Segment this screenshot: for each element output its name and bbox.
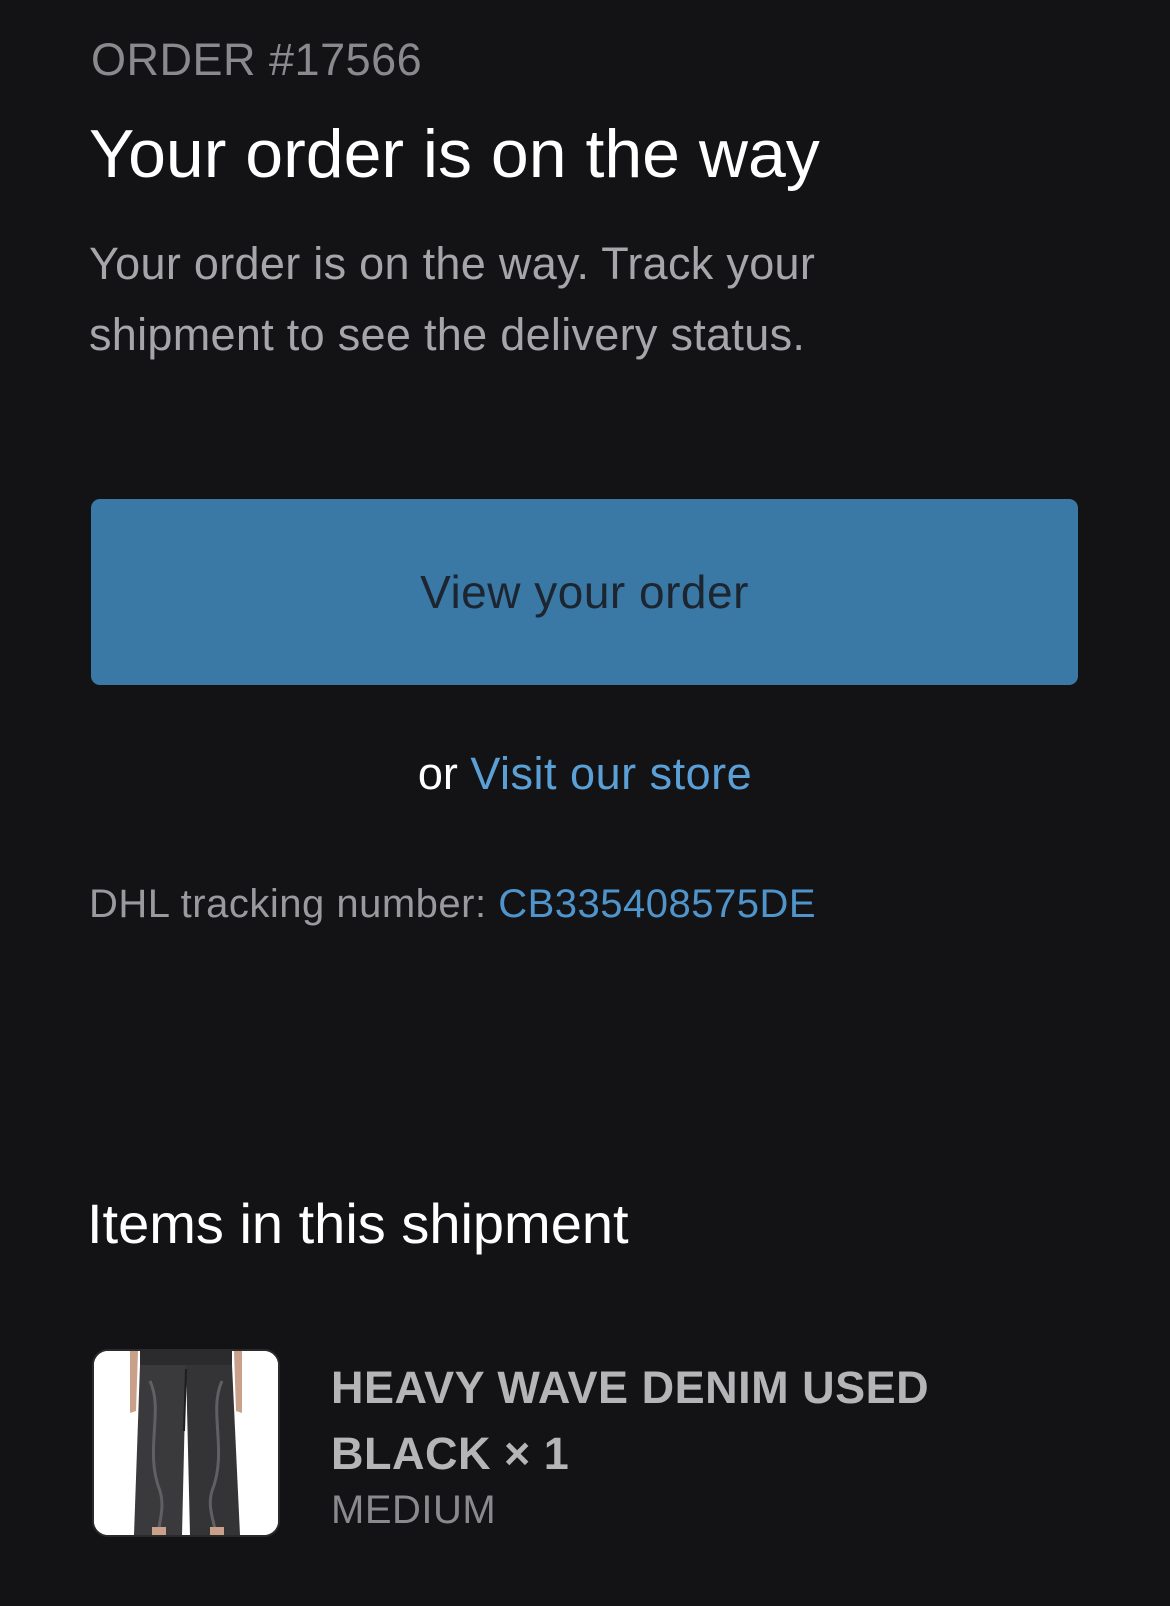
item-name: HEAVY WAVE DENIM USED BLACK × 1 <box>331 1362 930 1479</box>
item-variant: MEDIUM <box>331 1488 497 1532</box>
view-order-button[interactable]: View your order <box>91 499 1078 685</box>
tracking-info: DHL tracking number: CB335408575DE <box>89 878 816 930</box>
alt-link-row: or Visit our store <box>0 744 1170 804</box>
view-order-button-label: View your order <box>420 566 749 618</box>
tracking-number-link[interactable]: CB335408575DE <box>498 882 816 926</box>
or-text: or <box>417 748 458 799</box>
visit-store-link[interactable]: Visit our store <box>470 748 752 799</box>
intro-line-2: shipment to see the delivery status. <box>89 309 806 360</box>
shipment-section-title: Items in this shipment <box>87 1192 629 1255</box>
page-title: Your order is on the way <box>89 116 820 192</box>
intro-line-1: Your order is on the way. Track your <box>89 238 816 289</box>
jeans-image-icon <box>94 1351 278 1535</box>
black-wide-leg-jeans-photo <box>92 1349 280 1537</box>
order-number: ORDER #17566 <box>91 34 423 85</box>
intro-text: Your order is on the way. Track your shi… <box>89 228 989 370</box>
shipment-item: HEAVY WAVE DENIM USED BLACK × 1 MEDIUM <box>92 1349 1092 1539</box>
tracking-label: DHL tracking number: <box>89 882 487 926</box>
